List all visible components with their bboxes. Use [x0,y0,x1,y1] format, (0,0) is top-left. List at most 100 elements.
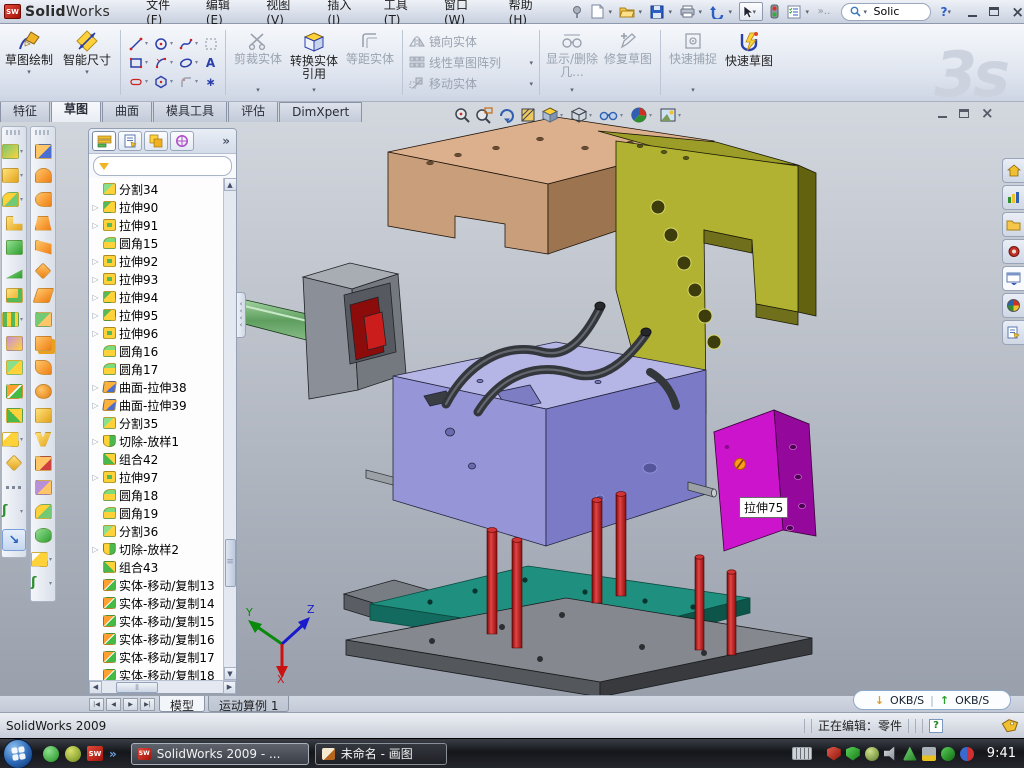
body-move-icon[interactable] [6,384,23,399]
split-icon[interactable] [6,360,23,375]
scrollbar-thumb[interactable] [225,539,236,587]
custom-properties-icon[interactable] [1002,320,1024,345]
search-box[interactable]: ▾ [841,3,931,21]
taskbar-button-paint[interactable]: 未命名 - 画图 [315,743,447,765]
menu-help[interactable]: 帮助(H) [509,0,551,27]
minimize-icon[interactable] [968,15,977,17]
reference-geometry-icon[interactable] [2,432,19,447]
offset-surface-icon[interactable] [35,312,52,327]
messenger-icon[interactable] [43,746,59,762]
sketch-fillet-icon[interactable] [177,74,194,90]
quick-snaps-button[interactable]: 快速捕捉 ▾ [665,24,721,101]
network-warning-icon[interactable] [922,747,936,761]
tree-item[interactable]: ▷拉伸97 [91,468,236,486]
instant3d-icon[interactable]: ↘ [2,529,26,551]
tree-item[interactable]: 分割36 [91,522,236,540]
tree-item[interactable]: 分割34 [91,180,236,198]
search-dropdown-icon[interactable]: ▾ [864,8,871,16]
design-library-icon[interactable] [1002,185,1024,210]
expand-arrow[interactable]: ▷ [91,437,100,446]
tab-evaluate[interactable]: 评估 [228,99,278,122]
spline-icon[interactable] [177,36,194,52]
tab-features[interactable]: 特征 [0,99,50,122]
close-icon[interactable]: × [1011,7,1024,17]
realview-icon[interactable] [1002,293,1024,318]
radiate-surface-icon[interactable] [35,336,52,351]
tree-item[interactable]: 圆角16 [91,342,236,360]
messenger-status-icon[interactable] [960,747,974,761]
fillet-icon[interactable] [2,192,19,207]
menu-edit[interactable]: 编辑(E) [206,0,246,27]
expand-arrow[interactable]: ▷ [91,311,100,320]
scroll-right-icon[interactable]: ▶ [223,681,236,694]
tab-scroll-first-icon[interactable]: |◀ [89,698,104,711]
display-style-icon[interactable]: ▾ [540,105,567,125]
tree-item[interactable]: 组合43 [91,558,236,576]
propertymanager-tab-icon[interactable] [118,131,142,151]
scrollbar-thumb[interactable]: ⦀ [116,682,158,693]
zoom-fit-icon[interactable] [452,105,472,125]
hole-wizard-icon[interactable] [6,288,23,303]
tag-icon[interactable] [1001,719,1018,733]
configurationmanager-tab-icon[interactable] [144,131,168,151]
rotate-view-icon[interactable] [496,105,516,125]
featuremanager-tab-icon[interactable] [92,131,116,151]
menu-window[interactable]: 窗口(W) [444,0,489,27]
surface-fillet-icon[interactable] [35,504,52,519]
untrim-surface-icon[interactable] [35,432,52,447]
rebuild-icon[interactable] [766,3,783,20]
motion-study-tab[interactable]: 运动算例 1 [208,696,289,712]
display-delete-relations-button[interactable]: 显示/删除几... ▾ [544,24,600,101]
line-icon[interactable] [127,36,144,52]
panel-splitter-handle[interactable]: ‹‹‹‹ [237,292,246,338]
tree-item[interactable]: ▷拉伸92 [91,252,236,270]
model-carriage-block[interactable] [303,263,406,399]
rapid-sketch-button[interactable]: 快速草图 [721,24,777,101]
solidworks-quicklaunch-icon[interactable]: SW [87,746,103,761]
security-green-icon[interactable] [846,747,860,761]
linear-pattern-icon[interactable] [2,312,19,327]
trim-entities-button[interactable]: 剪裁实体 ▾ [230,24,286,101]
model-magenta-block[interactable] [714,410,816,551]
delete-face-icon[interactable] [35,384,52,399]
expand-arrow[interactable]: ▷ [91,293,100,302]
expand-arrow[interactable]: ▷ [91,257,100,266]
boundary-surface-icon[interactable] [35,240,52,255]
tree-item[interactable]: ▷切除-放样1 [91,432,236,450]
polygon-icon[interactable] [152,74,169,90]
tree-item[interactable]: ▷曲面-拉伸38 [91,378,236,396]
pushpin-icon[interactable] [569,3,586,20]
options-icon[interactable] [786,3,803,20]
tree-item[interactable]: 圆角17 [91,360,236,378]
scroll-left-icon[interactable]: ◀ [89,681,102,694]
expand-arrow[interactable]: ▷ [91,275,100,284]
extend-surface-icon[interactable] [35,456,52,471]
tree-item[interactable]: 圆角18 [91,486,236,504]
more-chevron-icon[interactable]: » [109,747,117,761]
toolbar-grip[interactable] [6,130,22,135]
apply-scene-icon[interactable]: ▾ [658,106,685,124]
ellipse-icon[interactable] [177,55,194,71]
toolbox-icon[interactable] [1002,239,1024,264]
planar-surface-icon[interactable] [32,288,54,303]
curve-2-icon[interactable]: ʃ [31,576,48,591]
expand-arrow[interactable]: ▷ [91,383,100,392]
tree-item[interactable]: ▷拉伸95 [91,306,236,324]
home-tab-icon[interactable] [1002,158,1024,183]
keyboard-icon[interactable] [792,747,812,760]
hide-show-items-icon[interactable]: ▾ [598,106,627,124]
shell-icon[interactable] [6,240,23,255]
select-box-icon[interactable] [202,36,219,52]
tab-scroll-next-icon[interactable]: ▶ [123,698,138,711]
tree-item[interactable]: 实体-移动/复制18 [91,666,236,680]
plane-icon[interactable] [6,455,23,472]
expand-arrow[interactable]: ▷ [91,221,100,230]
smart-dimension-button[interactable]: 智能尺寸 ▾ [58,24,116,101]
offset-entities-button[interactable]: 等距实体 [342,24,398,101]
tree-item[interactable]: ▷曲面-拉伸39 [91,396,236,414]
update-icon[interactable] [865,747,879,761]
tree-item[interactable]: 实体-移动/复制13 [91,576,236,594]
tree-item[interactable]: 圆角15 [91,234,236,252]
file-explorer-icon[interactable] [1002,212,1024,237]
boss-extrude-icon[interactable] [2,144,19,159]
